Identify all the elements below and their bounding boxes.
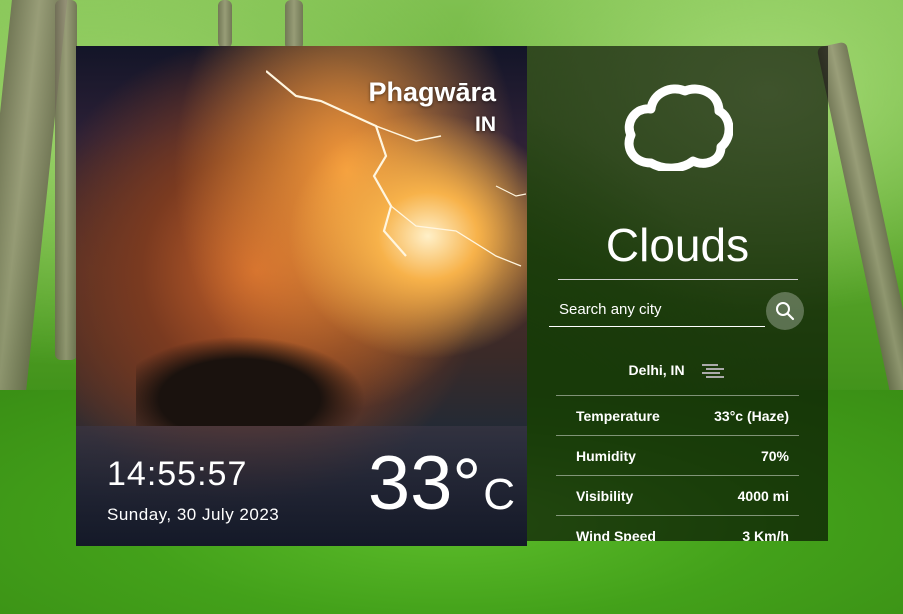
background-tree-trunk <box>285 0 303 50</box>
detail-value: 4000 mi <box>737 487 789 504</box>
detail-row-wind-speed: Wind Speed 3 Km/h <box>556 515 799 541</box>
weather-details-panel: Clouds Delhi, IN Temperature 33°c (Haze)… <box>527 46 828 541</box>
current-weather-card: Phagwāra IN 14:55:57 Sunday, 30 July 202… <box>76 46 527 546</box>
detail-row-visibility: Visibility 4000 mi <box>556 475 799 515</box>
city-name: Phagwāra <box>368 77 496 107</box>
weather-details-list: Temperature 33°c (Haze) Humidity 70% Vis… <box>556 395 799 541</box>
divider <box>558 279 798 280</box>
search-icon <box>776 302 795 321</box>
temperature-value: 33 <box>367 441 453 526</box>
country-code: IN <box>475 113 496 136</box>
searched-location-label: Delhi, IN <box>628 362 685 378</box>
background-tree-trunk <box>55 0 77 360</box>
clock-time: 14:55:57 <box>107 455 248 493</box>
weather-condition: Clouds <box>605 219 750 271</box>
searched-location: Delhi, IN <box>527 362 828 380</box>
temperature-unit: C <box>483 470 515 519</box>
detail-row-temperature: Temperature 33°c (Haze) <box>556 395 799 435</box>
detail-label: Wind Speed <box>576 527 656 542</box>
detail-label: Temperature <box>576 407 660 424</box>
clock-date: Sunday, 30 July 2023 <box>107 505 280 524</box>
current-temperature: 33°C <box>368 446 515 522</box>
detail-value: 33°c (Haze) <box>714 407 789 424</box>
haze-icon <box>702 364 725 379</box>
city-search-input[interactable] <box>549 293 765 327</box>
cloud-icon <box>624 84 733 171</box>
island-silhouette <box>136 336 366 426</box>
detail-value: 3 Km/h <box>742 527 789 542</box>
search-button[interactable] <box>766 292 804 330</box>
detail-row-humidity: Humidity 70% <box>556 435 799 475</box>
detail-label: Visibility <box>576 487 634 504</box>
detail-label: Humidity <box>576 447 636 464</box>
detail-value: 70% <box>760 447 789 464</box>
degree-symbol: ° <box>452 445 482 525</box>
background-tree-trunk <box>218 0 232 48</box>
